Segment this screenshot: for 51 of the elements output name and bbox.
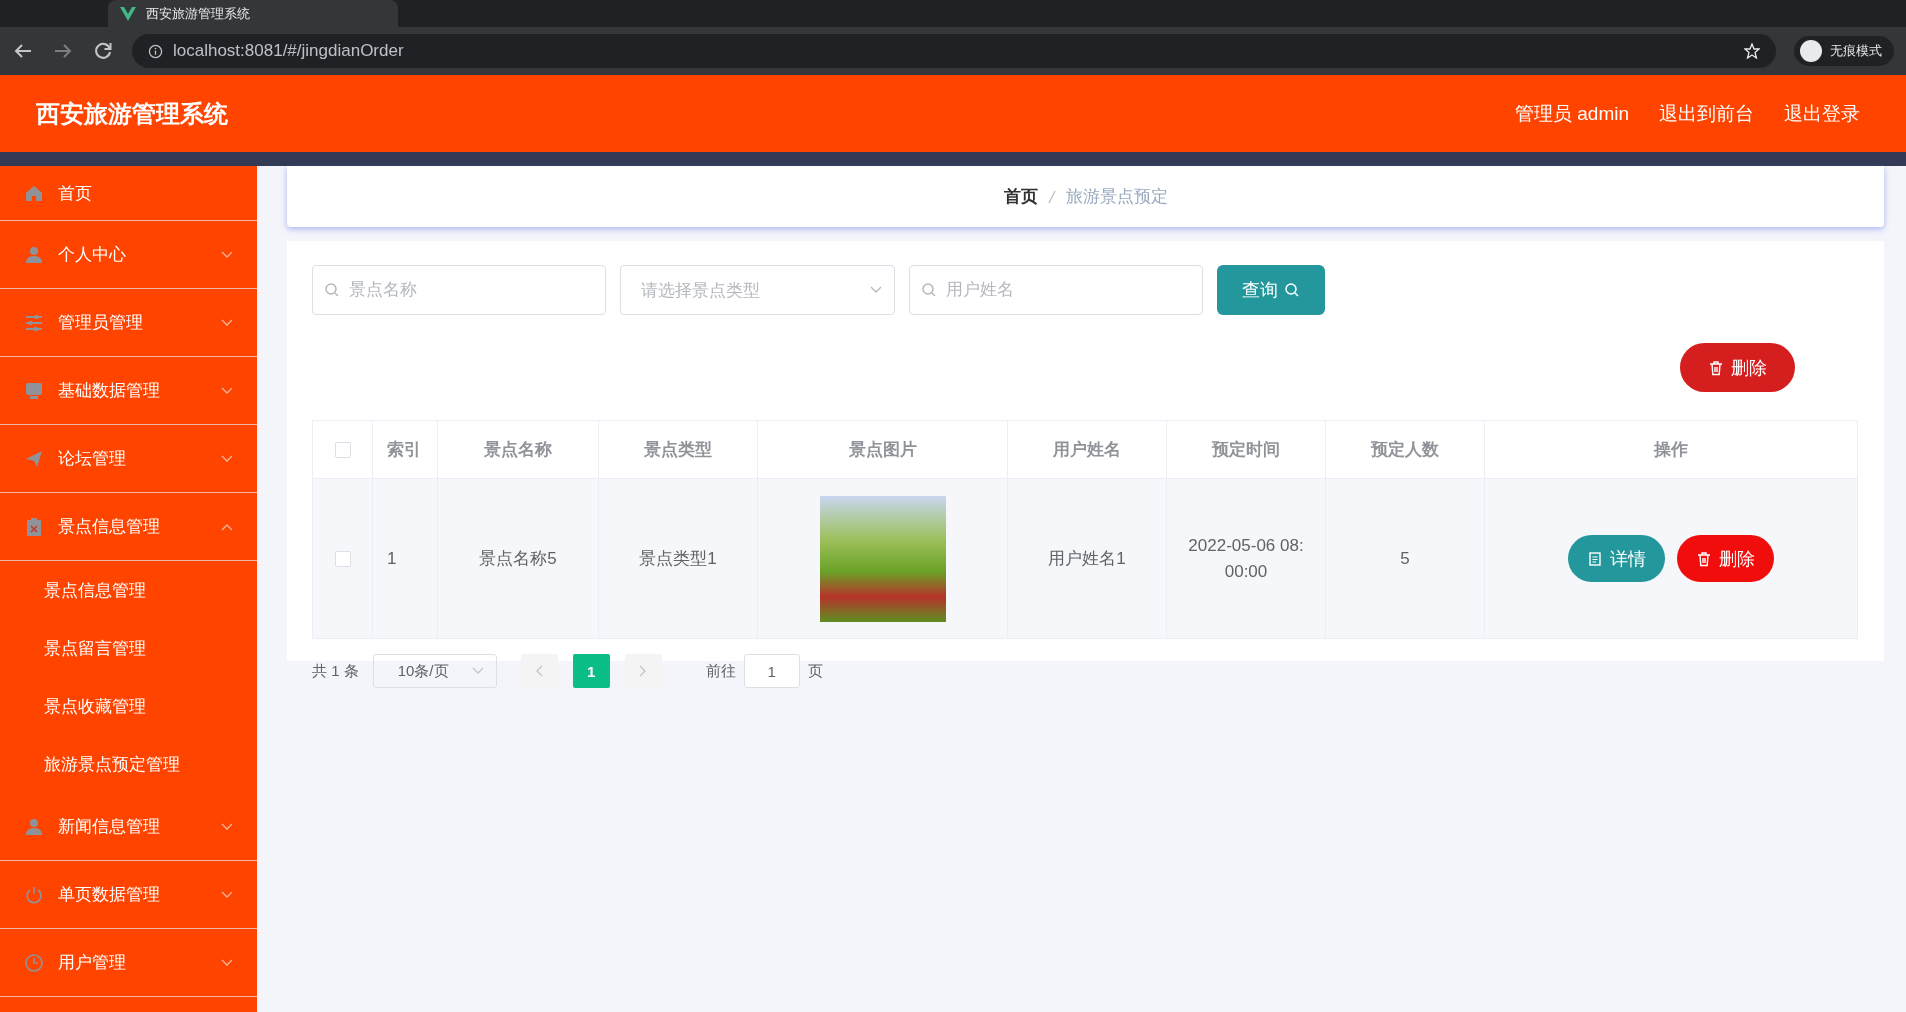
sidebar-item[interactable]: 基础数据管理 [0,357,257,425]
sidebar-subitem[interactable]: 景点留言管理 [0,619,257,677]
query-button[interactable]: 查询 [1217,265,1325,315]
table-cell-text: 景点名称5 [479,547,557,570]
sidebar-item[interactable]: 首页 [0,166,257,221]
address-bar[interactable]: localhost:8081/#/jingdianOrder [132,34,1776,68]
table-cell-text: 用户姓名1 [1048,547,1126,570]
header-link[interactable]: 退出登录 [1784,100,1860,127]
table-cell-text: 1 [387,547,397,570]
breadcrumb-item[interactable]: 首页 [1003,185,1038,208]
table-cell-text: 景点类型1 [639,547,717,570]
page-size-select[interactable]: 10条/页 [372,654,497,688]
app-title: 西安旅游管理系统 [36,98,228,129]
goto-page-field[interactable]: 1 [743,654,800,688]
sidebar-item[interactable]: 用户管理 [0,929,257,997]
incognito-profile[interactable]: 无痕模式 [1794,36,1894,66]
goto-suffix: 页 [807,661,823,681]
header-link[interactable]: 管理员 admin [1514,100,1629,127]
column-header: 索引 [372,420,438,479]
type-select[interactable]: 请选择景点类型 [620,265,895,315]
sidebar-item[interactable]: 个人中心 [0,221,257,289]
search-field[interactable]: 用户姓名 [909,265,1203,315]
sidebar-item[interactable]: 景点信息管理 [0,493,257,561]
column-header: 预定时间 [1166,420,1326,479]
table-cell-text: 5 [1400,547,1410,570]
column-header: 景点名称 [437,420,599,479]
breadcrumb-item: 旅游景点预定 [1065,186,1168,208]
sidebar-subitem[interactable]: 景点信息管理 [0,561,257,619]
table-cell-text: 2022-05-06 08:00:00 [1187,535,1305,583]
header-link[interactable]: 退出到前台 [1659,100,1754,127]
column-header: 操作 [1484,420,1858,479]
sidebar-subitem[interactable]: 景点收藏管理 [0,677,257,735]
details-button[interactable]: 详情 [1568,535,1665,582]
sidebar-item[interactable]: 论坛管理 [0,425,257,493]
sidebar-item[interactable]: 管理员管理 [0,289,257,357]
row-delete-button[interactable]: 删除 [1677,535,1774,582]
tab-title: 西安旅游管理系统 [146,4,250,23]
sidebar-item[interactable]: 单页数据管理 [0,861,257,929]
page-number[interactable]: 1 [572,654,610,688]
column-header: 景点类型 [598,420,758,479]
sidebar-subitem[interactable]: 旅游景点预定管理 [0,735,257,793]
sidebar-item[interactable]: 新闻信息管理 [0,793,257,861]
browser-tab[interactable]: 西安旅游管理系统 [108,0,398,27]
total-count: 共 1 条 [312,661,359,681]
column-header: 景点图片 [757,420,1008,479]
delete-button[interactable]: 删除 [1680,343,1795,392]
url-text: localhost:8081/#/jingdianOrder [173,41,405,61]
column-header: 用户姓名 [1007,420,1167,479]
goto-label: 前往 [705,661,736,681]
column-header: 预定人数 [1325,420,1485,479]
search-field[interactable]: 景点名称 [312,265,606,315]
